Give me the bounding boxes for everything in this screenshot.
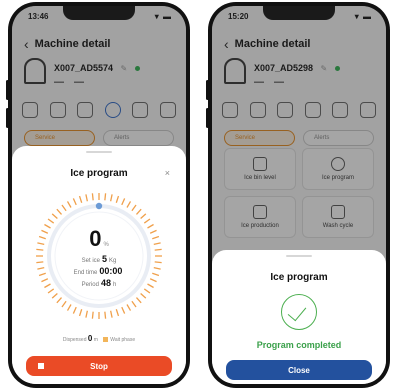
dial-tick [143,218,151,224]
dial-tick [135,208,142,215]
period-label: Period [81,282,99,288]
dial-tick [47,288,55,294]
completed-message: Program completed [256,340,342,350]
stop-button[interactable]: Stop [26,356,172,376]
dispense-label: Dispensed [62,337,87,343]
end-time-value: 00:00 [99,266,123,276]
dispense-value: 0 [87,334,93,343]
dial-tick [61,300,67,308]
set-ice-row: Set ice 5 Kg [12,254,186,264]
period-row: Period 48 h [12,278,186,288]
dial-tick [115,309,120,317]
dial-tick [104,193,107,201]
wait-phase-swatch [103,337,109,343]
dial-readout: 0% Set ice 5 Kg End time 00:00 Period 48 h [12,226,186,288]
dial-tick [104,311,107,319]
stop-icon [38,363,44,369]
close-label: Close [288,365,310,375]
dial-tick [110,194,113,202]
side-button [206,80,209,100]
dial-tick [121,306,126,314]
side-button [6,80,9,100]
screen: 15:20 ▾ ▬ ‹ Machine detail X007_AD5298 ✎… [212,6,386,384]
dial-tick [51,213,58,220]
end-time-row: End time 00:00 [12,266,186,276]
percent-unit: % [103,242,109,248]
set-ice-value: 5 [101,254,107,264]
sheet-title: Ice program [70,168,128,179]
dial-indicator [95,202,103,210]
dial-tick [66,201,72,208]
set-ice-label: Set ice [81,258,100,264]
close-button[interactable]: Close [226,360,372,380]
completion-sheet: Ice program Program completed Close [212,250,386,384]
dial-tick [56,208,63,215]
percent-value: 0 [89,226,102,251]
side-button [206,108,209,128]
dial-tick [61,204,67,212]
set-ice-unit: Kg [109,258,117,264]
dial-tick [140,292,147,299]
dial-tick [78,309,83,317]
end-time-label: End time [73,270,98,276]
dial-tick [140,213,147,220]
dial-tick [85,194,88,202]
dial-tick [131,300,137,308]
dispense-unit: m [93,337,98,343]
screen: 13:46 ▾ ▬ ‹ Machine detail X007_AD5574 ✎… [12,6,186,384]
dial-tick [110,310,113,318]
dial-tick [51,292,58,299]
dial-tick [47,218,55,224]
phone-ice-program-running: 13:46 ▾ ▬ ‹ Machine detail X007_AD5574 ✎… [8,2,190,388]
sheet-title: Ice program [270,272,328,283]
sheet-handle[interactable] [86,151,112,153]
sheet-handle[interactable] [286,255,312,257]
period-unit: h [113,282,117,288]
phone-ice-program-completed: 15:20 ▾ ▬ ‹ Machine detail X007_AD5298 ✎… [208,2,390,388]
dial-tick [131,204,137,212]
period-value: 48 [100,278,111,288]
dial-tick [91,193,94,201]
dial-tick [126,201,132,208]
dial-tick [121,198,126,206]
check-mark [287,301,307,322]
dial-tick [72,306,77,314]
dial-tick [115,195,120,203]
dial-tick [66,304,72,311]
wait-phase-label: Wait phase [110,337,136,343]
ice-program-sheet: Ice program × 0% Set ice 5 Kg End time 00:0… [12,146,186,384]
dispense-legend: Dispensed 0 m Wait phase [12,334,186,343]
dial-tick [85,310,88,318]
dial-tick [78,195,83,203]
dial-tick [72,198,77,206]
check-circle-icon [281,294,317,330]
side-button [6,108,9,128]
dial-tick [143,288,151,294]
dial-tick [126,304,132,311]
dial-tick [91,311,94,319]
dial-tick [135,297,142,304]
dial-tick [56,297,63,304]
stop-label: Stop [90,361,108,371]
close-icon[interactable]: × [165,168,170,178]
